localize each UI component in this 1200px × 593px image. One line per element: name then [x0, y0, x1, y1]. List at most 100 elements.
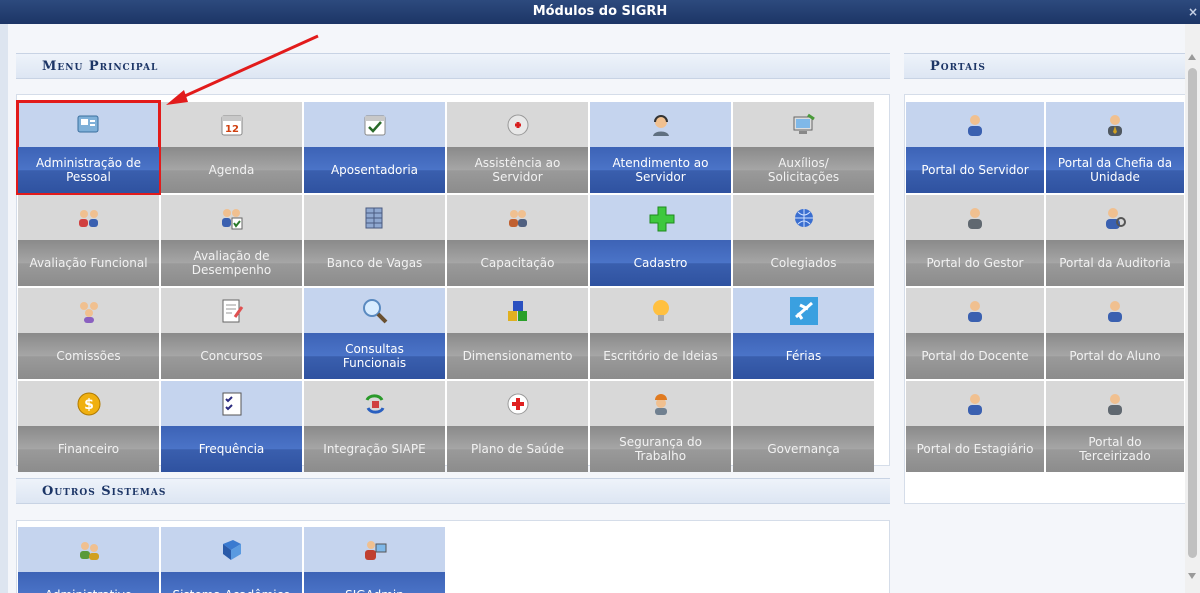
- module-tile[interactable]: Portal do Docente: [906, 288, 1044, 379]
- module-label: Atendimento ao Servidor: [590, 147, 731, 193]
- module-tile[interactable]: Escritório de Ideias: [590, 288, 731, 379]
- module-label: Portal do Docente: [906, 333, 1044, 379]
- module-tile[interactable]: Consultas Funcionais: [304, 288, 445, 379]
- module-tile[interactable]: Portal da Auditoria: [1046, 195, 1184, 286]
- svg-text:12: 12: [225, 124, 239, 135]
- module-label: Avaliação de Desempenho: [161, 240, 302, 286]
- calendar-icon: 12: [161, 110, 302, 140]
- module-tile[interactable]: Cadastro: [590, 195, 731, 286]
- module-tile[interactable]: Sistema Acadêmico: [161, 527, 302, 593]
- module-label: Colegiados: [733, 240, 874, 286]
- module-tile[interactable]: Portal do Aluno: [1046, 288, 1184, 379]
- module-tile[interactable]: Plano de Saúde: [447, 381, 588, 472]
- module-label: Auxílios/ Solicitações: [733, 147, 874, 193]
- module-label: Escritório de Ideias: [590, 333, 731, 379]
- module-tile[interactable]: Férias: [733, 288, 874, 379]
- module-tile[interactable]: 12 Agenda: [161, 102, 302, 193]
- module-tile[interactable]: Avaliação de Desempenho: [161, 195, 302, 286]
- module-label: Segurança do Trabalho: [590, 426, 731, 472]
- module-tile[interactable]: SIGAdmin: [304, 527, 445, 593]
- module-label: Banco de Vagas: [304, 240, 445, 286]
- user-blue-icon: [906, 389, 1044, 419]
- headset-user-icon: [590, 110, 731, 140]
- module-label: Administração de Pessoal: [18, 147, 159, 193]
- admin-pessoal-icon: [18, 110, 159, 140]
- users-group-icon: [447, 203, 588, 233]
- sync-icon: [304, 389, 445, 419]
- empty-icon: [733, 389, 874, 419]
- book-icon: [161, 535, 302, 565]
- module-label: Comissões: [18, 333, 159, 379]
- menu-principal-grid: Administração de Pessoal 12 Agenda Aposenta…: [16, 100, 874, 472]
- airplane-icon: [733, 296, 874, 326]
- module-tile[interactable]: Integração SIAPE: [304, 381, 445, 472]
- scroll-thumb[interactable]: [1188, 68, 1197, 558]
- module-tile[interactable]: Portal da Chefia da Unidade: [1046, 102, 1184, 193]
- computer-icon: [733, 110, 874, 140]
- first-aid-icon: [447, 110, 588, 140]
- users-pair-icon: [18, 203, 159, 233]
- checklist-icon: [161, 389, 302, 419]
- user-blue-icon: [906, 110, 1044, 140]
- user-blue-icon: [1046, 296, 1184, 326]
- module-label: SIGAdmin: [304, 572, 445, 593]
- module-tile[interactable]: Colegiados: [733, 195, 874, 286]
- module-label: Avaliação Funcional: [18, 240, 159, 286]
- module-label: Agenda: [161, 147, 302, 193]
- module-tile[interactable]: Portal do Estagiário: [906, 381, 1044, 472]
- section-menu-principal: Menu Principal: [16, 53, 890, 79]
- calendar-check-icon: [304, 110, 445, 140]
- dollar-coin-icon: $: [18, 389, 159, 419]
- scroll-down-icon[interactable]: [1188, 573, 1196, 579]
- module-label: Férias: [733, 333, 874, 379]
- user-blue-icon: [906, 296, 1044, 326]
- module-tile[interactable]: Frequência: [161, 381, 302, 472]
- module-label: Portal da Auditoria: [1046, 240, 1184, 286]
- module-label: Cadastro: [590, 240, 731, 286]
- module-tile[interactable]: Atendimento ao Servidor: [590, 102, 731, 193]
- module-tile[interactable]: Comissões: [18, 288, 159, 379]
- modules-frame: Menu Principal Administração de Pessoal 1…: [0, 24, 1185, 593]
- module-tile[interactable]: Governança: [733, 381, 874, 472]
- module-tile[interactable]: Banco de Vagas: [304, 195, 445, 286]
- module-tile[interactable]: Administração de Pessoal: [16, 100, 161, 195]
- module-tile[interactable]: Concursos: [161, 288, 302, 379]
- module-tile[interactable]: Avaliação Funcional: [18, 195, 159, 286]
- module-tile[interactable]: Segurança do Trabalho: [590, 381, 731, 472]
- module-label: Assistência ao Servidor: [447, 147, 588, 193]
- users-check-icon: [161, 203, 302, 233]
- user-computer-icon: [304, 535, 445, 565]
- window-title: Módulos do SIGRH: [532, 4, 668, 19]
- module-tile[interactable]: Aposentadoria: [304, 102, 445, 193]
- module-tile[interactable]: Portal do Gestor: [906, 195, 1044, 286]
- red-cross-icon: [447, 389, 588, 419]
- module-label: Consultas Funcionais: [304, 333, 445, 379]
- module-tile[interactable]: Assistência ao Servidor: [447, 102, 588, 193]
- module-tile[interactable]: Portal do Terceirizado: [1046, 381, 1184, 472]
- vertical-scrollbar[interactable]: [1185, 24, 1200, 593]
- committee-icon: [18, 296, 159, 326]
- module-label: Capacitação: [447, 240, 588, 286]
- module-tile[interactable]: Auxílios/ Solicitações: [733, 102, 874, 193]
- user-magnifier-icon: [1046, 203, 1184, 233]
- module-label: Concursos: [161, 333, 302, 379]
- close-icon[interactable]: ×: [1188, 0, 1198, 24]
- module-label: Sistema Acadêmico: [161, 572, 302, 593]
- scroll-up-icon[interactable]: [1188, 54, 1196, 60]
- module-label: Plano de Saúde: [447, 426, 588, 472]
- module-label: Governança: [733, 426, 874, 472]
- module-label: Integração SIAPE: [304, 426, 445, 472]
- module-tile[interactable]: Capacitação: [447, 195, 588, 286]
- module-tile[interactable]: Portal do Servidor: [906, 102, 1044, 193]
- module-label: Frequência: [161, 426, 302, 472]
- module-tile[interactable]: $ Financeiro: [18, 381, 159, 472]
- section-portais: Portais: [904, 53, 1185, 79]
- window-title-bar: Módulos do SIGRH ×: [0, 0, 1200, 24]
- module-label: Dimensionamento: [447, 333, 588, 379]
- module-tile[interactable]: Administrativo: [18, 527, 159, 593]
- globe-icon: [733, 203, 874, 233]
- module-tile[interactable]: Dimensionamento: [447, 288, 588, 379]
- module-label: Administrativo: [18, 572, 159, 593]
- module-label: Aposentadoria: [304, 147, 445, 193]
- module-label: Portal da Chefia da Unidade: [1046, 147, 1184, 193]
